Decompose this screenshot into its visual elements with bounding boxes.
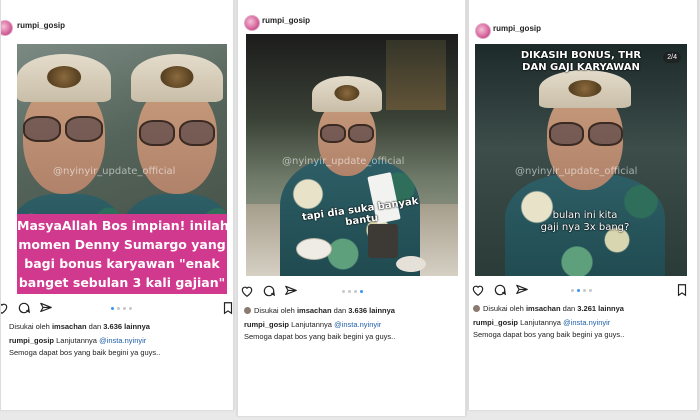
carousel-dots bbox=[571, 289, 592, 292]
action-bar bbox=[469, 283, 697, 299]
watermark: @nyinyir_update_official bbox=[53, 166, 176, 177]
share-icon[interactable] bbox=[284, 284, 298, 298]
comment-icon[interactable] bbox=[262, 284, 276, 298]
watermark: @nyinyir_update_official bbox=[282, 156, 405, 167]
liked-by-user[interactable]: imsachan bbox=[297, 306, 332, 315]
action-bar bbox=[238, 284, 465, 300]
heart-icon[interactable] bbox=[0, 301, 9, 315]
caption-text: Semoga dapat bos yang baik begini ya guy… bbox=[473, 330, 625, 339]
caption-mention[interactable]: @insta.nyinyir bbox=[563, 318, 610, 327]
likes-count[interactable]: 3.636 lainnya bbox=[103, 322, 150, 331]
share-icon[interactable] bbox=[39, 301, 53, 315]
avatar[interactable] bbox=[475, 23, 491, 39]
video-headline: DIKASIH BONUS, THR DAN GAJI KARYAWAN bbox=[475, 50, 687, 74]
liker-avatar bbox=[244, 307, 251, 314]
share-icon[interactable] bbox=[515, 283, 529, 297]
likes-line: Disukai oleh imsachan dan 3.636 lainnya bbox=[244, 306, 395, 315]
heart-icon[interactable] bbox=[471, 283, 485, 297]
caption-line: rumpi_gosip Lanjutannya @insta.nyinyir bbox=[473, 318, 611, 327]
video-headline-line-1: DIKASIH BONUS, THR bbox=[520, 50, 642, 61]
liker-avatar bbox=[473, 305, 480, 312]
post-image[interactable]: 2/4 DIKASIH BONUS, THR DAN GAJI KARYAWAN… bbox=[475, 44, 687, 276]
username[interactable]: rumpi_gosip bbox=[262, 16, 310, 25]
headline-line-3: bagi bonus karyawan "enak bbox=[24, 256, 220, 271]
likes-count[interactable]: 3.636 lainnya bbox=[348, 306, 395, 315]
post-header: rumpi_gosip bbox=[238, 12, 465, 32]
headline-banner: MasyaAllah Bos impian! inilah momen Denn… bbox=[17, 214, 227, 294]
likes-count[interactable]: 3.261 lainnya bbox=[577, 304, 624, 313]
caption-text: Semoga dapat bos yang baik begini ya guy… bbox=[244, 332, 396, 341]
caption-username[interactable]: rumpi_gosip bbox=[9, 336, 54, 345]
caption-mention[interactable]: @insta.nyinyir bbox=[99, 336, 146, 345]
avatar[interactable] bbox=[1, 20, 13, 36]
headline-line-4: banget sebulan 3 kali gajian" bbox=[18, 275, 226, 290]
video-headline-line-2: DAN GAJI KARYAWAN bbox=[522, 62, 640, 73]
comment-icon[interactable] bbox=[493, 283, 507, 297]
bookmark-icon[interactable] bbox=[221, 301, 234, 315]
username[interactable]: rumpi_gosip bbox=[493, 24, 541, 33]
headline-line-2: momen Denny Sumargo yang bbox=[18, 237, 226, 252]
caption-line: rumpi_gosip Lanjutannya @insta.nyinyir bbox=[9, 336, 147, 345]
post-header: rumpi_gosip bbox=[1, 17, 233, 37]
username[interactable]: rumpi_gosip bbox=[17, 21, 65, 30]
caption-text: Semoga dapat bos yang baik begini ya guy… bbox=[9, 348, 161, 357]
video-subtitle-line-1: bulan ini kita bbox=[552, 210, 618, 221]
carousel-dots bbox=[342, 290, 363, 293]
caption-line: rumpi_gosip Lanjutannya @insta.nyinyir bbox=[244, 320, 382, 329]
caption-username[interactable]: rumpi_gosip bbox=[473, 318, 518, 327]
post-image[interactable]: @nyinyir_update_official tapi dia suka b… bbox=[246, 34, 458, 276]
heart-icon[interactable] bbox=[240, 284, 254, 298]
post-image[interactable]: @nyinyir_update_official MasyaAllah Bos … bbox=[17, 44, 227, 294]
post-panel-1: rumpi_gosip @nyinyir_update_official Mas… bbox=[0, 0, 234, 410]
comment-icon[interactable] bbox=[17, 301, 31, 315]
likes-line: Disukai oleh imsachan dan 3.261 lainnya bbox=[473, 304, 624, 313]
post-panel-3: rumpi_gosip 2/4 DIKASIH BONUS, THR DAN G… bbox=[468, 0, 698, 410]
watermark: @nyinyir_update_official bbox=[515, 166, 638, 177]
post-panel-2: rumpi_gosip @nyinyir_update_official tap… bbox=[237, 0, 466, 416]
likes-line: Disukai oleh imsachan dan 3.636 lainnya bbox=[9, 322, 150, 331]
liked-by-user[interactable]: imsachan bbox=[526, 304, 561, 313]
bookmark-icon[interactable] bbox=[675, 283, 689, 297]
post-header: rumpi_gosip bbox=[469, 20, 697, 40]
video-subtitle: bulan ini kita gaji nya 3x bang? bbox=[515, 210, 655, 234]
video-subtitle-line-2: gaji nya 3x bang? bbox=[540, 222, 630, 233]
liked-by-user[interactable]: imsachan bbox=[52, 322, 87, 331]
avatar[interactable] bbox=[244, 15, 260, 31]
carousel-dots bbox=[111, 307, 132, 310]
caption-mention[interactable]: @insta.nyinyir bbox=[334, 320, 381, 329]
caption-username[interactable]: rumpi_gosip bbox=[244, 320, 289, 329]
headline-line-1: MasyaAllah Bos impian! inilah bbox=[17, 218, 227, 233]
action-bar bbox=[1, 301, 233, 317]
